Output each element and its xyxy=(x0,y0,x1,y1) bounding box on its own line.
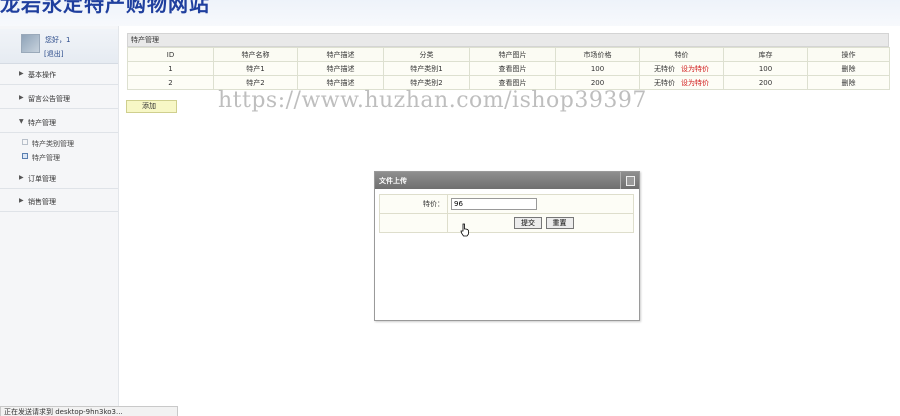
table-header-row: ID 特产名称 特产描述 分类 特产图片 市场价格 特价 库存 操作 xyxy=(127,47,890,62)
panel-header: 特产管理 xyxy=(127,33,889,47)
logout-link[interactable]: [退出] xyxy=(44,49,63,59)
column-header: 特产名称 xyxy=(213,47,298,62)
price-input[interactable] xyxy=(451,198,537,210)
cell-category: 特产类别1 xyxy=(383,61,470,76)
sidebar-menu-label: 订单管理 xyxy=(28,175,56,183)
cell-id: 1 xyxy=(127,61,214,76)
submit-button[interactable]: 提交 xyxy=(514,217,542,229)
sidebar-item-label: 特产管理 xyxy=(32,154,60,162)
chevron-right-icon: ▶ xyxy=(19,197,24,204)
cell-special: 无特价 设为特价 xyxy=(639,61,724,76)
column-header: 库存 xyxy=(723,47,808,62)
user-greeting: 您好，1 xyxy=(45,36,71,44)
cell-image: 查看图片 xyxy=(469,61,556,76)
dialog-form: 特价： 提交 重置 xyxy=(379,194,634,233)
chevron-right-icon: ▶ xyxy=(19,174,24,181)
sidebar: 您好，1 [退出] ▶ 基本操作 ▶ 留言公告管理 ▼ 特产管理 特产类别管理 … xyxy=(0,26,119,416)
cell-name: 特产1 xyxy=(213,61,298,76)
sidebar-menu-label: 基本操作 xyxy=(28,71,56,79)
sidebar-item-category[interactable]: 特产类别管理 xyxy=(22,139,74,149)
cell-desc: 特产描述 xyxy=(297,61,384,76)
sidebar-menu-basic[interactable]: ▶ 基本操作 xyxy=(0,66,118,85)
sidebar-menu-specialty[interactable]: ▼ 特产管理 xyxy=(0,114,118,133)
column-header: 特产图片 xyxy=(469,47,556,62)
sidebar-menu-sales[interactable]: ▶ 销售管理 xyxy=(0,193,118,212)
sidebar-menu-label: 留言公告管理 xyxy=(28,95,70,103)
special-status: 无特价 xyxy=(654,64,675,73)
sidebar-menu-orders[interactable]: ▶ 订单管理 xyxy=(0,170,118,189)
cell-id: 2 xyxy=(127,75,214,90)
column-header: 操作 xyxy=(807,47,890,62)
cell-stock: 100 xyxy=(723,61,808,76)
dialog-title: 文件上传 xyxy=(379,177,407,185)
status-bar: 正在发送请求到 desktop-9hn3ko3... xyxy=(0,406,178,416)
user-box: 您好，1 [退出] xyxy=(0,29,118,64)
cell-action: 删除 xyxy=(807,61,890,76)
sidebar-item-specialty[interactable]: 特产管理 xyxy=(22,153,60,163)
cell-special: 无特价 设为特价 xyxy=(639,75,724,90)
set-special-link[interactable]: 设为特价 xyxy=(681,79,709,87)
cell-stock: 200 xyxy=(723,75,808,90)
price-label: 特价： xyxy=(379,194,448,214)
site-banner: 龙岩永定特产购物网站 xyxy=(0,0,900,26)
column-header: 市场价格 xyxy=(555,47,640,62)
bullet-square-icon xyxy=(22,139,28,145)
dialog-close-button[interactable] xyxy=(620,172,639,189)
column-header: 分类 xyxy=(383,47,470,62)
upload-dialog: 文件上传 特价： 提交 重置 xyxy=(374,171,640,321)
sidebar-menu-label: 特产管理 xyxy=(28,119,56,127)
chevron-down-icon: ▼ xyxy=(19,118,24,125)
sidebar-menu-label: 销售管理 xyxy=(28,198,56,206)
form-buttons-cell: 提交 重置 xyxy=(447,213,634,233)
column-header: ID xyxy=(127,47,214,62)
cell-price: 100 xyxy=(555,61,640,76)
delete-link[interactable]: 删除 xyxy=(842,65,856,73)
panel-title: 特产管理 xyxy=(131,36,159,44)
column-header: 特价 xyxy=(639,47,724,62)
chevron-right-icon: ▶ xyxy=(19,70,24,77)
cell-action: 删除 xyxy=(807,75,890,90)
add-button[interactable]: 添加 xyxy=(126,100,177,113)
close-icon xyxy=(626,176,635,186)
bullet-square-icon xyxy=(22,153,28,159)
table-row: 1 特产1 特产描述 特产类别1 查看图片 100 无特价 设为特价 100 删除 xyxy=(127,61,890,76)
view-image-link[interactable]: 查看图片 xyxy=(499,65,527,73)
avatar xyxy=(21,34,40,53)
set-special-link[interactable]: 设为特价 xyxy=(681,65,709,73)
special-status: 无特价 xyxy=(654,78,675,87)
price-field-cell xyxy=(447,194,634,214)
empty-cell xyxy=(379,213,448,233)
reset-button[interactable]: 重置 xyxy=(545,217,574,229)
chevron-right-icon: ▶ xyxy=(19,94,24,101)
watermark: https://www.huzhan.com/ishop39397 xyxy=(218,88,647,113)
site-title: 龙岩永定特产购物网站 xyxy=(0,0,210,16)
specialty-table: ID 特产名称 特产描述 分类 特产图片 市场价格 特价 库存 操作 1 特产1… xyxy=(127,47,890,90)
hand-cursor-icon xyxy=(460,223,469,237)
sidebar-item-label: 特产类别管理 xyxy=(32,140,74,148)
dialog-titlebar: 文件上传 xyxy=(375,172,639,189)
sidebar-menu-messages[interactable]: ▶ 留言公告管理 xyxy=(0,90,118,109)
delete-link[interactable]: 删除 xyxy=(842,79,856,87)
column-header: 特产描述 xyxy=(297,47,384,62)
view-image-link[interactable]: 查看图片 xyxy=(499,79,527,87)
